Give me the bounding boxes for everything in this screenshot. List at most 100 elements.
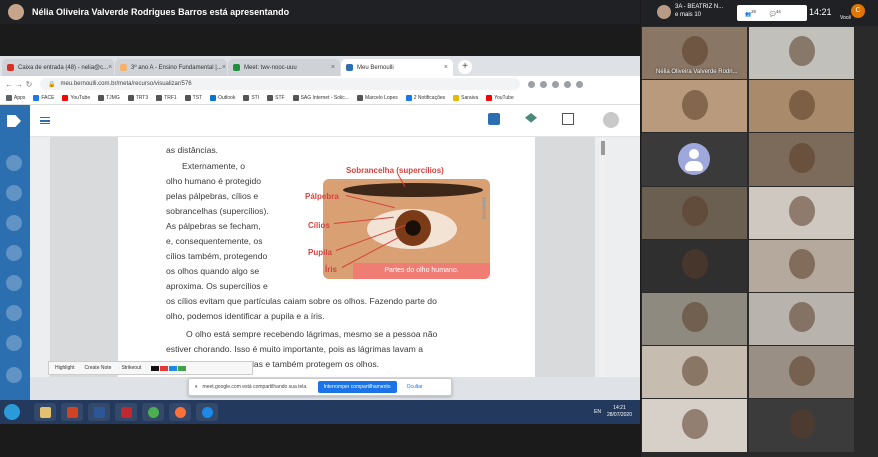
participant-tile[interactable] — [749, 399, 854, 452]
tab-meet[interactable]: Meet: twv-nooc-uuu × — [228, 59, 340, 76]
taskbar-app[interactable] — [34, 403, 56, 421]
sidebar-nav-icon[interactable] — [6, 215, 22, 231]
bookmark-item[interactable]: FACE — [33, 95, 54, 101]
presenting-text: Nélia Oliveira Valverde Rodrigues Barros… — [32, 7, 290, 17]
bernoulli-sidebar — [0, 105, 30, 401]
sidebar-nav-icon[interactable] — [6, 305, 22, 321]
color-swatch[interactable] — [160, 365, 169, 371]
participant-tile[interactable] — [749, 186, 854, 239]
participant-tile[interactable] — [642, 186, 747, 239]
highlight-button[interactable]: Highlight — [55, 365, 74, 371]
scroll-thumb[interactable] — [601, 141, 605, 155]
extension-icon[interactable] — [564, 80, 571, 88]
strikeout-button[interactable]: Strikeout — [121, 365, 141, 371]
menu-icon[interactable] — [40, 117, 50, 124]
bookmark-item[interactable]: TJMG — [98, 95, 120, 101]
viewer-scrollbar[interactable] — [600, 137, 606, 377]
sidebar-nav-icon[interactable] — [6, 335, 22, 351]
participant-tile[interactable] — [642, 293, 747, 346]
sidebar-nav-icon[interactable] — [6, 155, 22, 171]
bookmark-item[interactable]: STF — [267, 95, 285, 101]
bookmark-item[interactable]: Outlook — [210, 95, 235, 101]
participant-tile[interactable] — [749, 133, 854, 186]
app-toolbar-icons — [488, 113, 574, 125]
participant-tile[interactable] — [749, 239, 854, 292]
sidebar-nav-icon[interactable] — [6, 367, 22, 383]
url-input[interactable]: 🔒 meu.bernoulli.com.br/meta/recurso/visua… — [40, 78, 520, 90]
participant-tile[interactable] — [749, 27, 854, 80]
graduation-icon[interactable] — [525, 113, 537, 123]
clock[interactable]: 14:21 28/07/2020 — [607, 405, 632, 419]
user-avatar[interactable]: C — [851, 4, 865, 18]
label-eyebrow: Sobrancelha (supercílios) — [346, 166, 444, 175]
sidebar-nav-icon[interactable] — [6, 185, 22, 201]
participant-tile[interactable] — [749, 80, 854, 133]
taskbar-app[interactable] — [142, 403, 164, 421]
participant-tile[interactable] — [642, 346, 747, 399]
tab-school[interactable]: 3º ano A - Ensino Fundamental |... × — [115, 59, 227, 76]
participant-tile[interactable] — [749, 346, 854, 399]
tab-gmail[interactable]: Caixa de entrada (48) - nelia@c... × — [2, 59, 114, 76]
taskbar-app[interactable] — [115, 403, 137, 421]
hide-button[interactable]: Ocultar — [407, 384, 423, 390]
bookmark-item[interactable]: TRT3 — [127, 95, 148, 101]
user-avatar[interactable] — [603, 112, 619, 128]
bookmark-item[interactable]: TRF1 — [156, 95, 177, 101]
bookmark-item[interactable]: YouTube — [62, 95, 90, 101]
bookmark-item[interactable]: 2 Notificações — [405, 95, 445, 101]
participant-tile[interactable] — [749, 293, 854, 346]
participant-tile[interactable]: Nélia Oliveira Valverde Rodri... — [642, 27, 747, 80]
bookmark-item[interactable]: SAG Internet - Solic... — [292, 95, 349, 101]
color-swatch[interactable] — [178, 365, 187, 371]
taskbar-app[interactable] — [88, 403, 110, 421]
language-indicator[interactable]: EN — [594, 409, 601, 415]
forward-icon[interactable]: → — [14, 80, 24, 89]
participant-video — [788, 195, 815, 226]
bookmark-item[interactable]: Apps — [6, 95, 25, 101]
book-icon[interactable] — [488, 113, 500, 125]
new-tab-button[interactable]: + — [458, 60, 472, 74]
star-icon[interactable] — [528, 80, 535, 88]
close-icon[interactable]: × — [222, 64, 226, 71]
close-icon[interactable]: × — [444, 64, 448, 71]
participant-tile[interactable] — [642, 133, 747, 186]
sidebar-nav-icon[interactable] — [6, 275, 22, 291]
bookmarks-bar: Apps FACE YouTube TJMG TRT3 TRF1 TST Outlook STI… — [0, 92, 640, 105]
presenting-banner: Nélia Oliveira Valverde Rodrigues Barros… — [0, 0, 640, 24]
participant-tile[interactable] — [642, 239, 747, 292]
browser-tab-strip: Caixa de entrada (48) - nelia@c... × 3º a… — [0, 56, 640, 76]
stop-sharing-button[interactable]: Interromper compartilhamento — [317, 381, 397, 393]
bookmark-item[interactable]: YouTube — [486, 95, 514, 101]
bookmark-item[interactable]: TST — [184, 95, 202, 101]
meet-clock: 14:21 — [809, 7, 832, 17]
back-icon[interactable]: ← — [4, 80, 14, 89]
image-credit: ▮▮▮▮▮▮▮▮▮▮ — [482, 197, 487, 220]
edge-icon — [201, 406, 213, 418]
sidebar-nav-icon[interactable] — [6, 245, 22, 261]
close-icon[interactable]: × — [108, 64, 112, 71]
taskbar-app[interactable] — [169, 403, 191, 421]
create-note-button[interactable]: Create Note — [84, 365, 111, 371]
color-swatch[interactable] — [151, 365, 160, 371]
bookmark-item[interactable]: STI — [243, 95, 259, 101]
tab-bernoulli[interactable]: Meu Bernoulli × — [341, 59, 453, 76]
participant-tile[interactable] — [642, 80, 747, 133]
windows-taskbar: EN 14:21 28/07/2020 — [0, 400, 640, 424]
reload-icon[interactable]: ↻ — [24, 80, 34, 89]
start-button[interactable] — [4, 404, 20, 420]
bookmark-item[interactable]: Marcelo Lopes — [356, 95, 398, 101]
participant-video — [788, 355, 815, 386]
close-icon[interactable]: × — [331, 64, 335, 71]
taskbar-app[interactable] — [61, 403, 83, 421]
text-line: olho humano é protegido — [166, 176, 262, 186]
extension-icon[interactable] — [552, 80, 559, 88]
color-swatch[interactable] — [169, 365, 178, 371]
bookmark-item[interactable]: Saraiva — [453, 95, 478, 101]
chat-icon[interactable]: 💬44 — [770, 9, 781, 18]
profile-icon[interactable] — [576, 80, 583, 88]
participant-tile[interactable] — [642, 399, 747, 452]
extension-icon[interactable] — [540, 80, 547, 88]
taskbar-app[interactable] — [196, 403, 218, 421]
people-icon[interactable]: 👥29 — [745, 9, 756, 18]
mail-icon[interactable] — [562, 113, 574, 125]
